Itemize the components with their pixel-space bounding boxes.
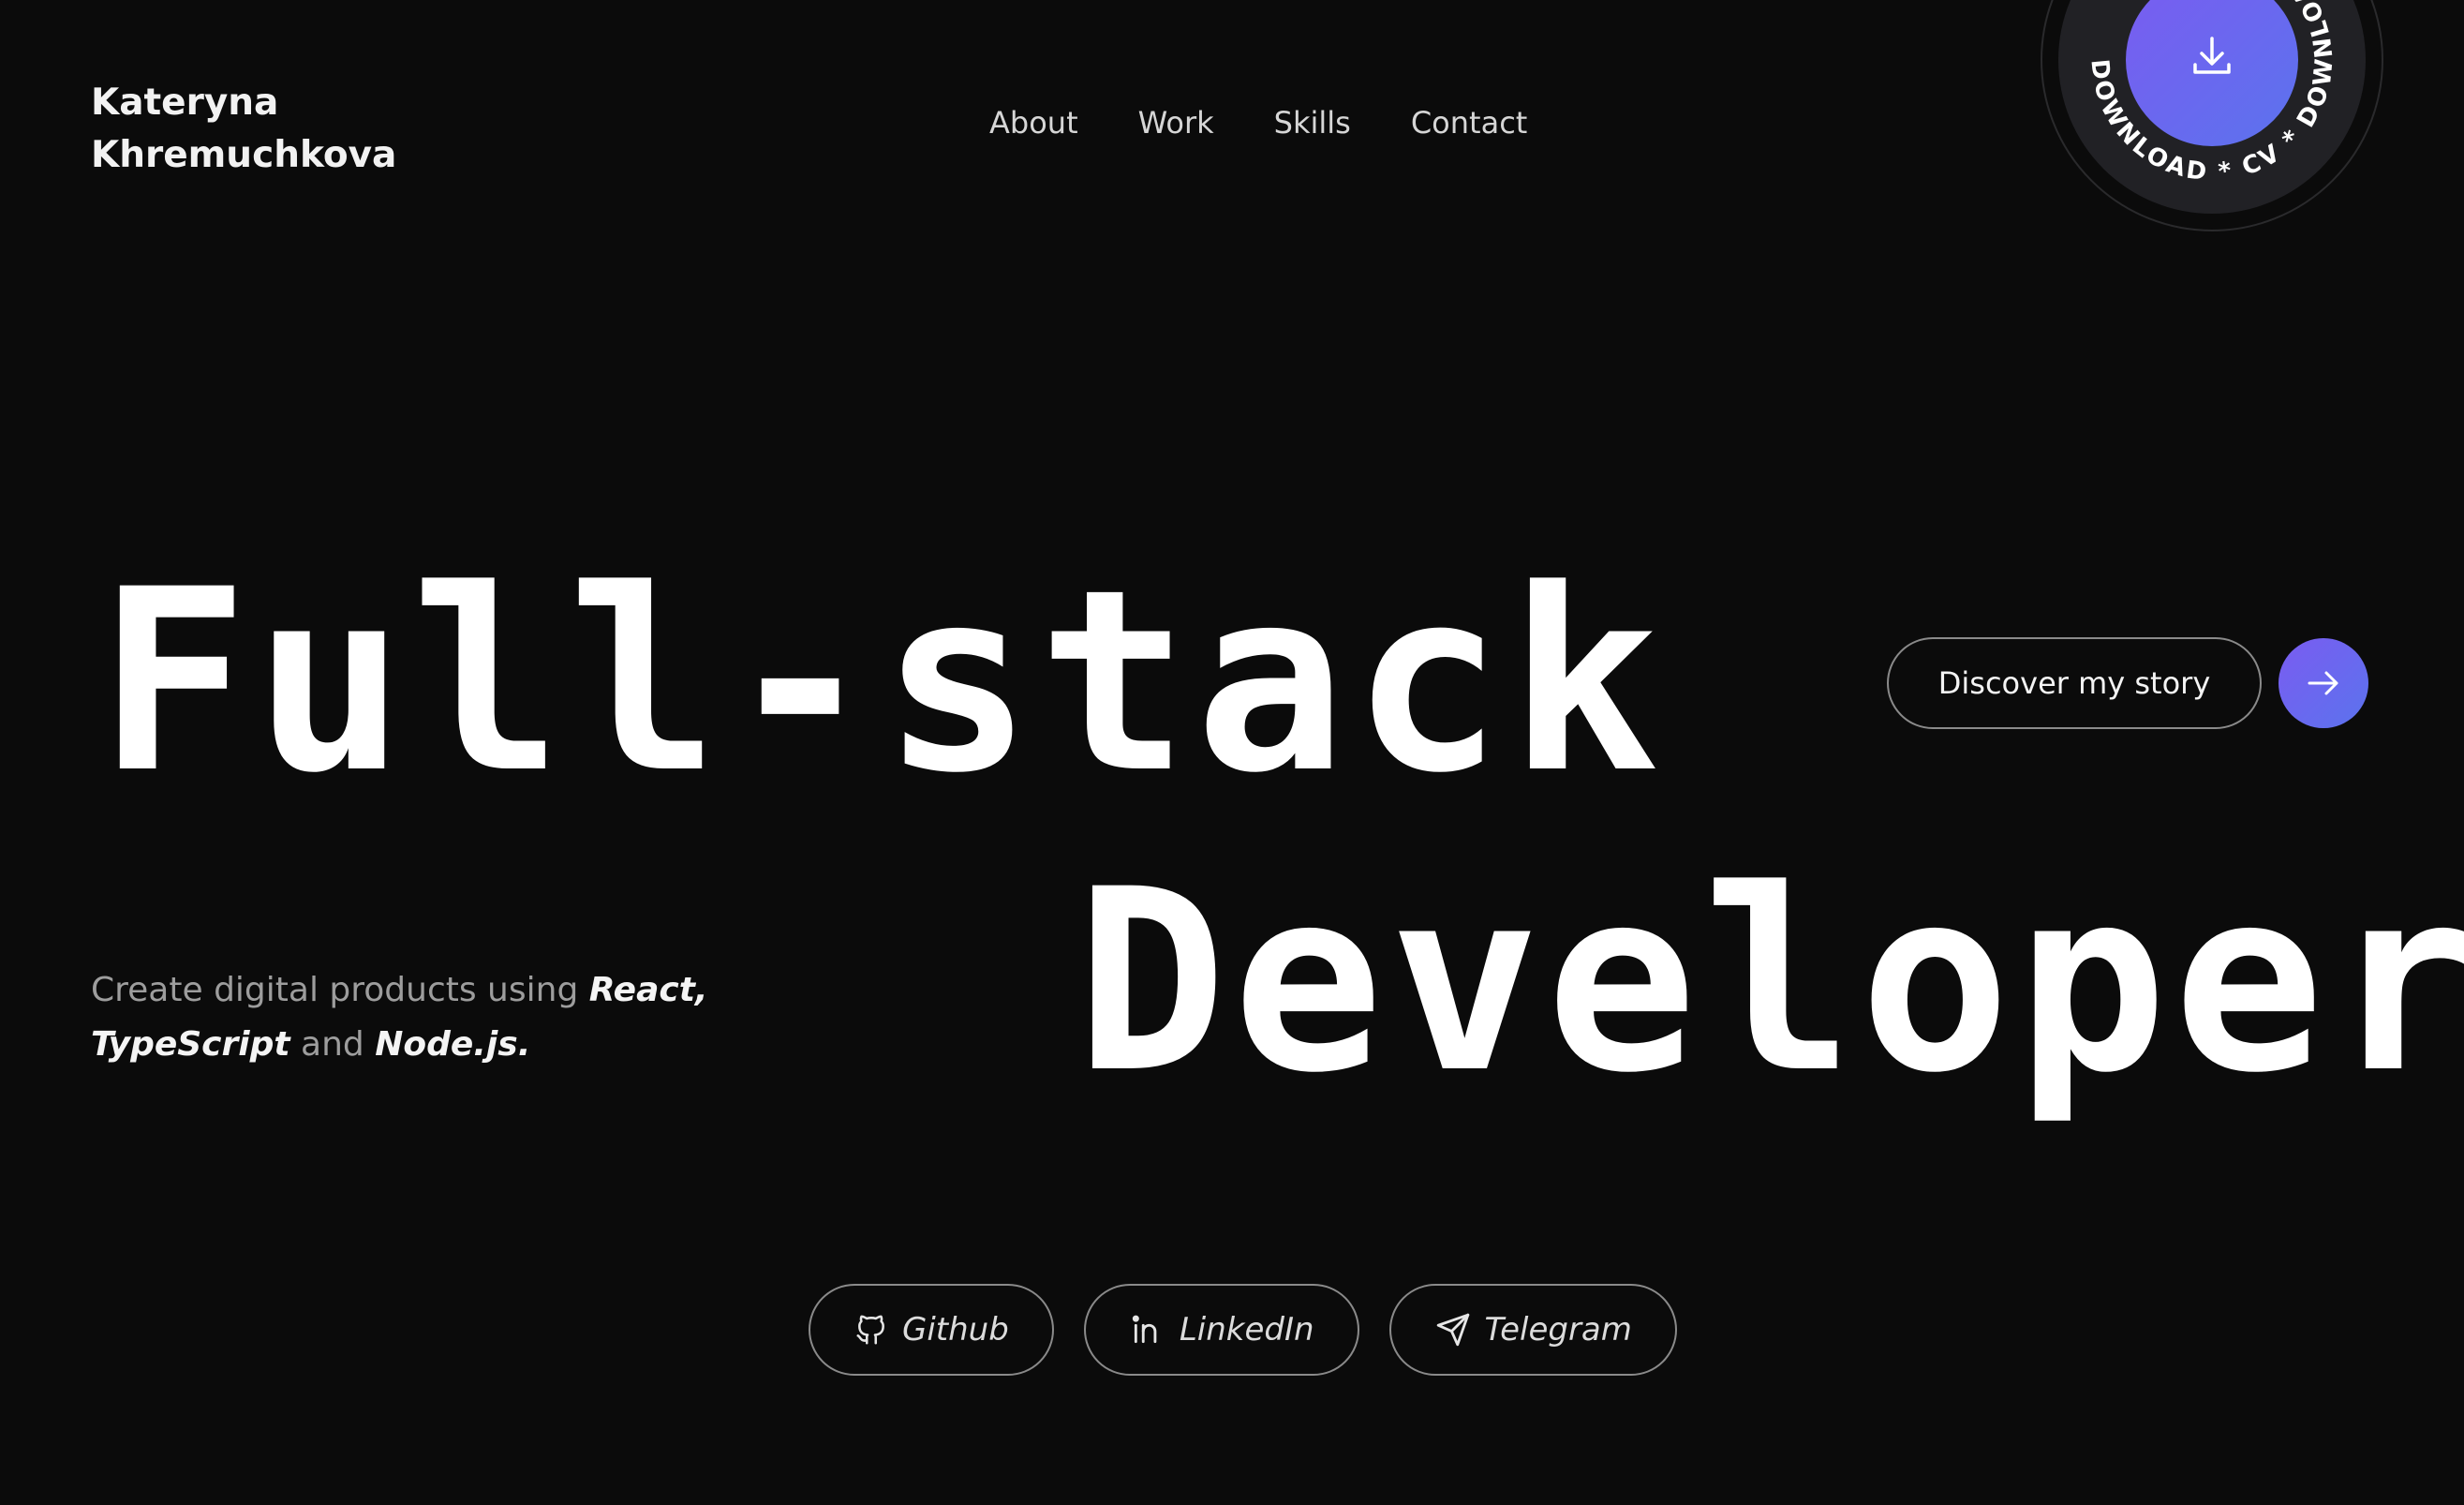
tagline-prefix: Create digital products using (91, 971, 589, 1009)
telegram-link[interactable]: Telegram (1388, 1284, 1677, 1376)
hero-tagline: Create digital products using React, Type… (91, 963, 765, 1072)
telegram-icon (1436, 1313, 1469, 1347)
arrow-right-icon (2308, 671, 2338, 695)
linkedin-label: LinkedIn (1179, 1311, 1314, 1349)
linkedin-icon (1132, 1315, 1157, 1344)
discover-arrow-button[interactable] (2278, 638, 2368, 728)
social-links: Github LinkedIn Telegram (809, 1284, 1677, 1376)
nav-skills[interactable]: Skills (1274, 105, 1351, 141)
tagline-middle: and (289, 1025, 376, 1064)
logo-last-name: Khremuchkova (91, 134, 397, 176)
download-cv-badge[interactable]: DOWNLOAD * CV * DOWNLOAD * CV * (2041, 0, 2383, 231)
github-label: Github (902, 1311, 1009, 1349)
tagline-tech-react: React, (588, 971, 708, 1009)
nav-work[interactable]: Work (1138, 105, 1214, 141)
hero-title-line-1: Full-stack (97, 536, 1666, 828)
github-link[interactable]: Github (809, 1284, 1054, 1376)
telegram-label: Telegram (1484, 1311, 1632, 1349)
tagline-tech-typescript: TypeScript (91, 1025, 290, 1064)
logo-first-name: Kateryna (91, 82, 279, 124)
nav-about[interactable]: About (989, 105, 1078, 141)
download-cv-badge-graphic: DOWNLOAD * CV * DOWNLOAD * CV * (2041, 0, 2383, 231)
main-nav: About Work Skills Contact (989, 105, 1527, 141)
site-logo[interactable]: Kateryna Khremuchkova (91, 77, 396, 182)
github-icon (856, 1315, 884, 1345)
discover-story-button[interactable]: Discover my story (1887, 637, 2262, 729)
linkedin-link[interactable]: LinkedIn (1083, 1284, 1359, 1376)
discover-cta: Discover my story (1887, 637, 2368, 729)
tagline-tech-node: Node.js. (375, 1025, 531, 1064)
hero-title-line-2: Developer (1076, 836, 2464, 1128)
nav-contact[interactable]: Contact (1411, 105, 1528, 141)
